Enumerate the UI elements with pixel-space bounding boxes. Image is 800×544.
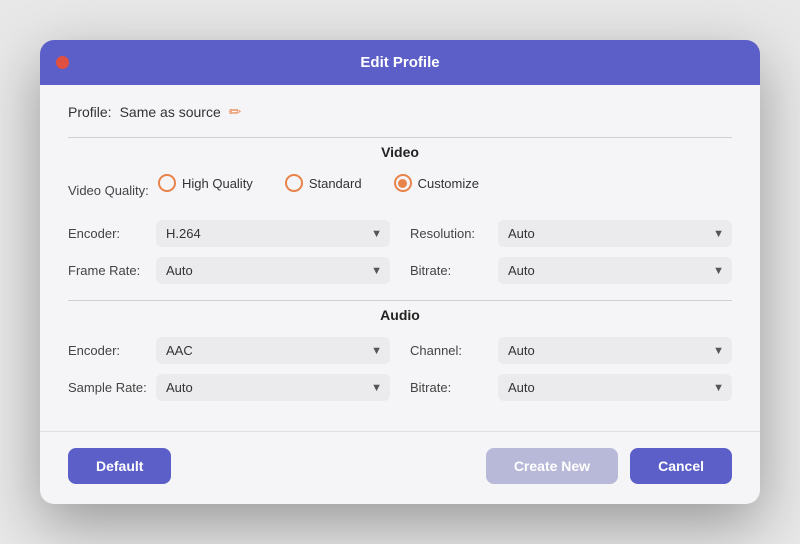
audio-samplerate-label: Sample Rate: bbox=[68, 380, 156, 395]
edit-profile-dialog: Edit Profile Profile: Same as source ✏ V… bbox=[40, 40, 760, 504]
audio-samplerate-select-wrapper: Auto 44100 48000 ▼ bbox=[156, 374, 390, 401]
audio-channel-select-wrapper: Auto Stereo Mono ▼ bbox=[498, 337, 732, 364]
video-encoder-field: Encoder: H.264 H.265 MPEG-4 ▼ bbox=[68, 220, 390, 247]
video-quality-row: Video Quality: High Quality Standard Cus… bbox=[68, 174, 732, 206]
audio-samplerate-field: Sample Rate: Auto 44100 48000 ▼ bbox=[68, 374, 390, 401]
dialog-content: Profile: Same as source ✏ Video Video Qu… bbox=[40, 85, 760, 431]
video-fields-grid: Encoder: H.264 H.265 MPEG-4 ▼ Resolution… bbox=[68, 220, 732, 284]
audio-bitrate-select-wrapper: Auto 128k 192k 320k ▼ bbox=[498, 374, 732, 401]
profile-label: Profile: bbox=[68, 104, 112, 120]
radio-standard-label: Standard bbox=[309, 176, 362, 191]
audio-encoder-label: Encoder: bbox=[68, 343, 156, 358]
video-encoder-label: Encoder: bbox=[68, 226, 156, 241]
dialog-footer: Default Create New Cancel bbox=[40, 431, 760, 504]
close-button[interactable] bbox=[56, 56, 69, 69]
video-resolution-label: Resolution: bbox=[410, 226, 498, 241]
audio-samplerate-select[interactable]: Auto 44100 48000 bbox=[156, 374, 390, 401]
audio-channel-label: Channel: bbox=[410, 343, 498, 358]
profile-row: Profile: Same as source ✏ bbox=[68, 103, 732, 121]
audio-fields-grid: Encoder: AAC MP3 AC3 ▼ Channel: bbox=[68, 337, 732, 401]
video-resolution-select[interactable]: Auto 1080p 720p 480p bbox=[498, 220, 732, 247]
video-framerate-label: Frame Rate: bbox=[68, 263, 156, 278]
audio-bitrate-select[interactable]: Auto 128k 192k 320k bbox=[498, 374, 732, 401]
footer-right-buttons: Create New Cancel bbox=[486, 448, 732, 484]
radio-circle-standard bbox=[285, 174, 303, 192]
audio-encoder-field: Encoder: AAC MP3 AC3 ▼ bbox=[68, 337, 390, 364]
radio-circle-high bbox=[158, 174, 176, 192]
radio-circle-customize bbox=[394, 174, 412, 192]
audio-section: Audio Encoder: AAC MP3 AC3 ▼ bbox=[68, 300, 732, 401]
video-bitrate-select-wrapper: Auto High Medium Low ▼ bbox=[498, 257, 732, 284]
video-resolution-select-wrapper: Auto 1080p 720p 480p ▼ bbox=[498, 220, 732, 247]
audio-encoder-select-wrapper: AAC MP3 AC3 ▼ bbox=[156, 337, 390, 364]
video-bitrate-select[interactable]: Auto High Medium Low bbox=[498, 257, 732, 284]
audio-section-title: Audio bbox=[68, 307, 732, 323]
video-bitrate-field: Bitrate: Auto High Medium Low ▼ bbox=[410, 257, 732, 284]
video-resolution-field: Resolution: Auto 1080p 720p 480p ▼ bbox=[410, 220, 732, 247]
audio-bitrate-field: Bitrate: Auto 128k 192k 320k ▼ bbox=[410, 374, 732, 401]
radio-customize[interactable]: Customize bbox=[394, 174, 479, 192]
video-framerate-select-wrapper: Auto 24 30 60 ▼ bbox=[156, 257, 390, 284]
audio-bitrate-label: Bitrate: bbox=[410, 380, 498, 395]
audio-encoder-select[interactable]: AAC MP3 AC3 bbox=[156, 337, 390, 364]
video-encoder-select-wrapper: H.264 H.265 MPEG-4 ▼ bbox=[156, 220, 390, 247]
video-framerate-field: Frame Rate: Auto 24 30 60 ▼ bbox=[68, 257, 390, 284]
video-section-title: Video bbox=[68, 144, 732, 160]
default-button[interactable]: Default bbox=[68, 448, 171, 484]
video-quality-radio-group: High Quality Standard Customize bbox=[158, 174, 479, 192]
audio-divider bbox=[68, 300, 732, 301]
radio-standard[interactable]: Standard bbox=[285, 174, 362, 192]
profile-value: Same as source bbox=[120, 104, 221, 120]
video-bitrate-label: Bitrate: bbox=[410, 263, 498, 278]
radio-high-label: High Quality bbox=[182, 176, 253, 191]
video-quality-label: Video Quality: bbox=[68, 183, 158, 198]
cancel-button[interactable]: Cancel bbox=[630, 448, 732, 484]
create-new-button[interactable]: Create New bbox=[486, 448, 618, 484]
video-divider bbox=[68, 137, 732, 138]
audio-channel-field: Channel: Auto Stereo Mono ▼ bbox=[410, 337, 732, 364]
video-encoder-select[interactable]: H.264 H.265 MPEG-4 bbox=[156, 220, 390, 247]
audio-channel-select[interactable]: Auto Stereo Mono bbox=[498, 337, 732, 364]
radio-high-quality[interactable]: High Quality bbox=[158, 174, 253, 192]
dialog-title: Edit Profile bbox=[360, 54, 439, 71]
edit-profile-icon[interactable]: ✏ bbox=[229, 103, 242, 121]
title-bar: Edit Profile bbox=[40, 40, 760, 85]
radio-customize-label: Customize bbox=[418, 176, 479, 191]
traffic-lights bbox=[56, 56, 109, 69]
video-framerate-select[interactable]: Auto 24 30 60 bbox=[156, 257, 390, 284]
